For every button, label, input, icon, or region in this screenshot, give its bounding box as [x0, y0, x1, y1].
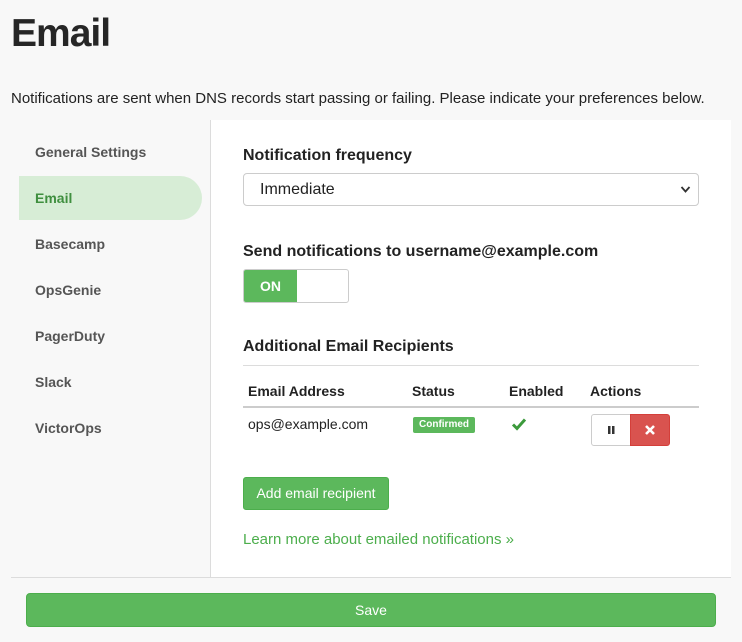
sidebar: General Settings Email Basecamp OpsGenie…: [11, 120, 211, 577]
email-settings-content: Notification frequency Immediate Send no…: [211, 120, 731, 577]
frequency-select[interactable]: Immediate: [243, 173, 699, 206]
table-header-divider: [243, 406, 699, 408]
close-icon: [631, 425, 669, 449]
sidebar-item-pagerduty[interactable]: PagerDuty: [19, 314, 202, 358]
status-badge: Confirmed: [413, 417, 475, 433]
pause-button[interactable]: [591, 414, 631, 446]
sidebar-item-opsgenie[interactable]: OpsGenie: [19, 268, 202, 312]
recipient-email: ops@example.com: [248, 416, 369, 432]
column-header-actions: Actions: [590, 383, 642, 399]
column-header-enabled: Enabled: [509, 383, 564, 399]
column-header-email: Email Address: [248, 383, 345, 399]
sidebar-item-basecamp[interactable]: Basecamp: [19, 222, 202, 266]
sidebar-item-slack[interactable]: Slack: [19, 360, 202, 404]
sidebar-item-general-settings[interactable]: General Settings: [19, 130, 202, 174]
column-header-status: Status: [412, 383, 455, 399]
send-notifications-label: Send notifications to username@example.c…: [243, 243, 599, 260]
frequency-label: Notification frequency: [243, 147, 412, 164]
page-intro: Notifications are sent when DNS records …: [11, 90, 705, 107]
checkmark-icon: [511, 417, 527, 436]
sidebar-item-victorops[interactable]: VictorOps: [19, 406, 202, 450]
save-button[interactable]: Save: [26, 593, 716, 627]
add-email-recipient-button[interactable]: Add email recipient: [243, 477, 389, 510]
settings-panel: General Settings Email Basecamp OpsGenie…: [11, 120, 731, 578]
page-title: Email: [11, 12, 111, 55]
frequency-select-value: Immediate: [260, 181, 335, 198]
send-notifications-toggle[interactable]: ON: [243, 269, 349, 303]
pause-icon: [592, 426, 630, 449]
sidebar-item-email[interactable]: Email: [19, 176, 202, 220]
section-divider: [243, 365, 699, 366]
learn-more-link[interactable]: Learn more about emailed notifications »: [243, 531, 514, 548]
chevron-down-icon: [680, 174, 691, 218]
recipients-section-title: Additional Email Recipients: [243, 338, 454, 355]
delete-button[interactable]: [630, 414, 670, 446]
toggle-on-label: ON: [244, 270, 297, 302]
